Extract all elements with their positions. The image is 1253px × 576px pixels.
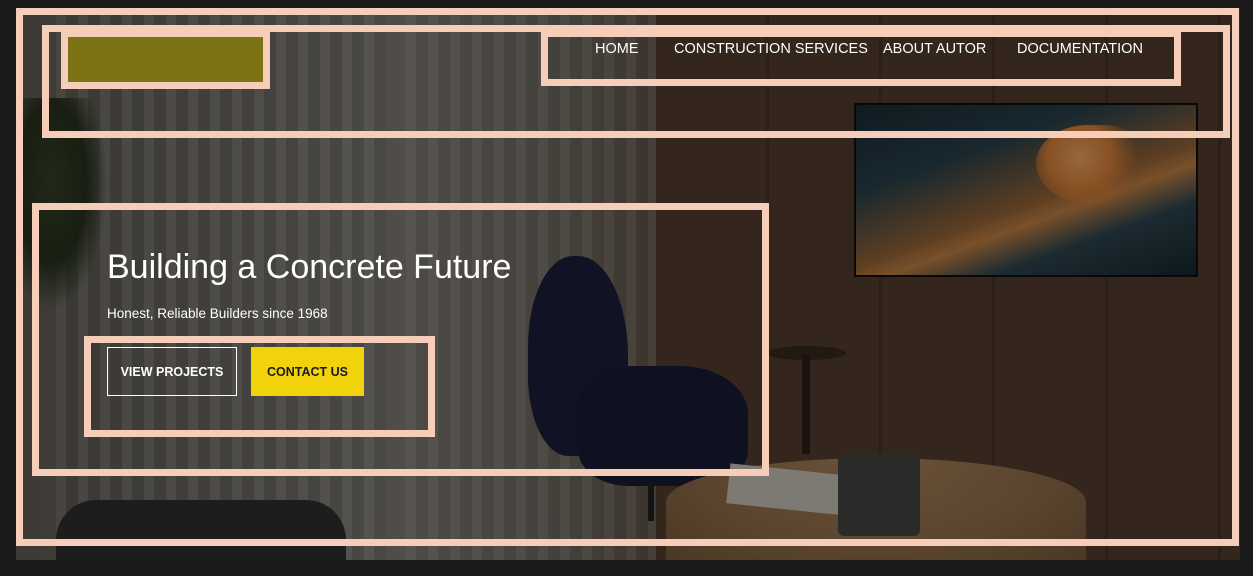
main-nav: HOME CONSTRUCTION SERVICES ABOUT AUTOR D… — [548, 36, 1173, 78]
view-projects-button[interactable]: VIEW PROJECTS — [107, 347, 237, 396]
site-logo[interactable]: FELIX construction — [84, 36, 217, 62]
hero-title: Building a Concrete Future — [107, 248, 512, 286]
nav-home[interactable]: HOME — [595, 41, 639, 57]
hero-subtitle: Honest, Reliable Builders since 1968 — [107, 306, 328, 321]
contact-us-button[interactable]: CONTACT US — [251, 347, 364, 396]
logo-tagline: construction — [160, 47, 218, 57]
nav-construction-services[interactable]: CONSTRUCTION SERVICES — [674, 41, 868, 57]
screen: FELIX construction HOME CONSTRUCTION SER… — [0, 0, 1253, 576]
logo-brand: FELIX — [113, 41, 159, 57]
nav-about-autor[interactable]: ABOUT AUTOR — [883, 41, 986, 57]
nav-documentation[interactable]: DOCUMENTATION — [1017, 41, 1143, 57]
